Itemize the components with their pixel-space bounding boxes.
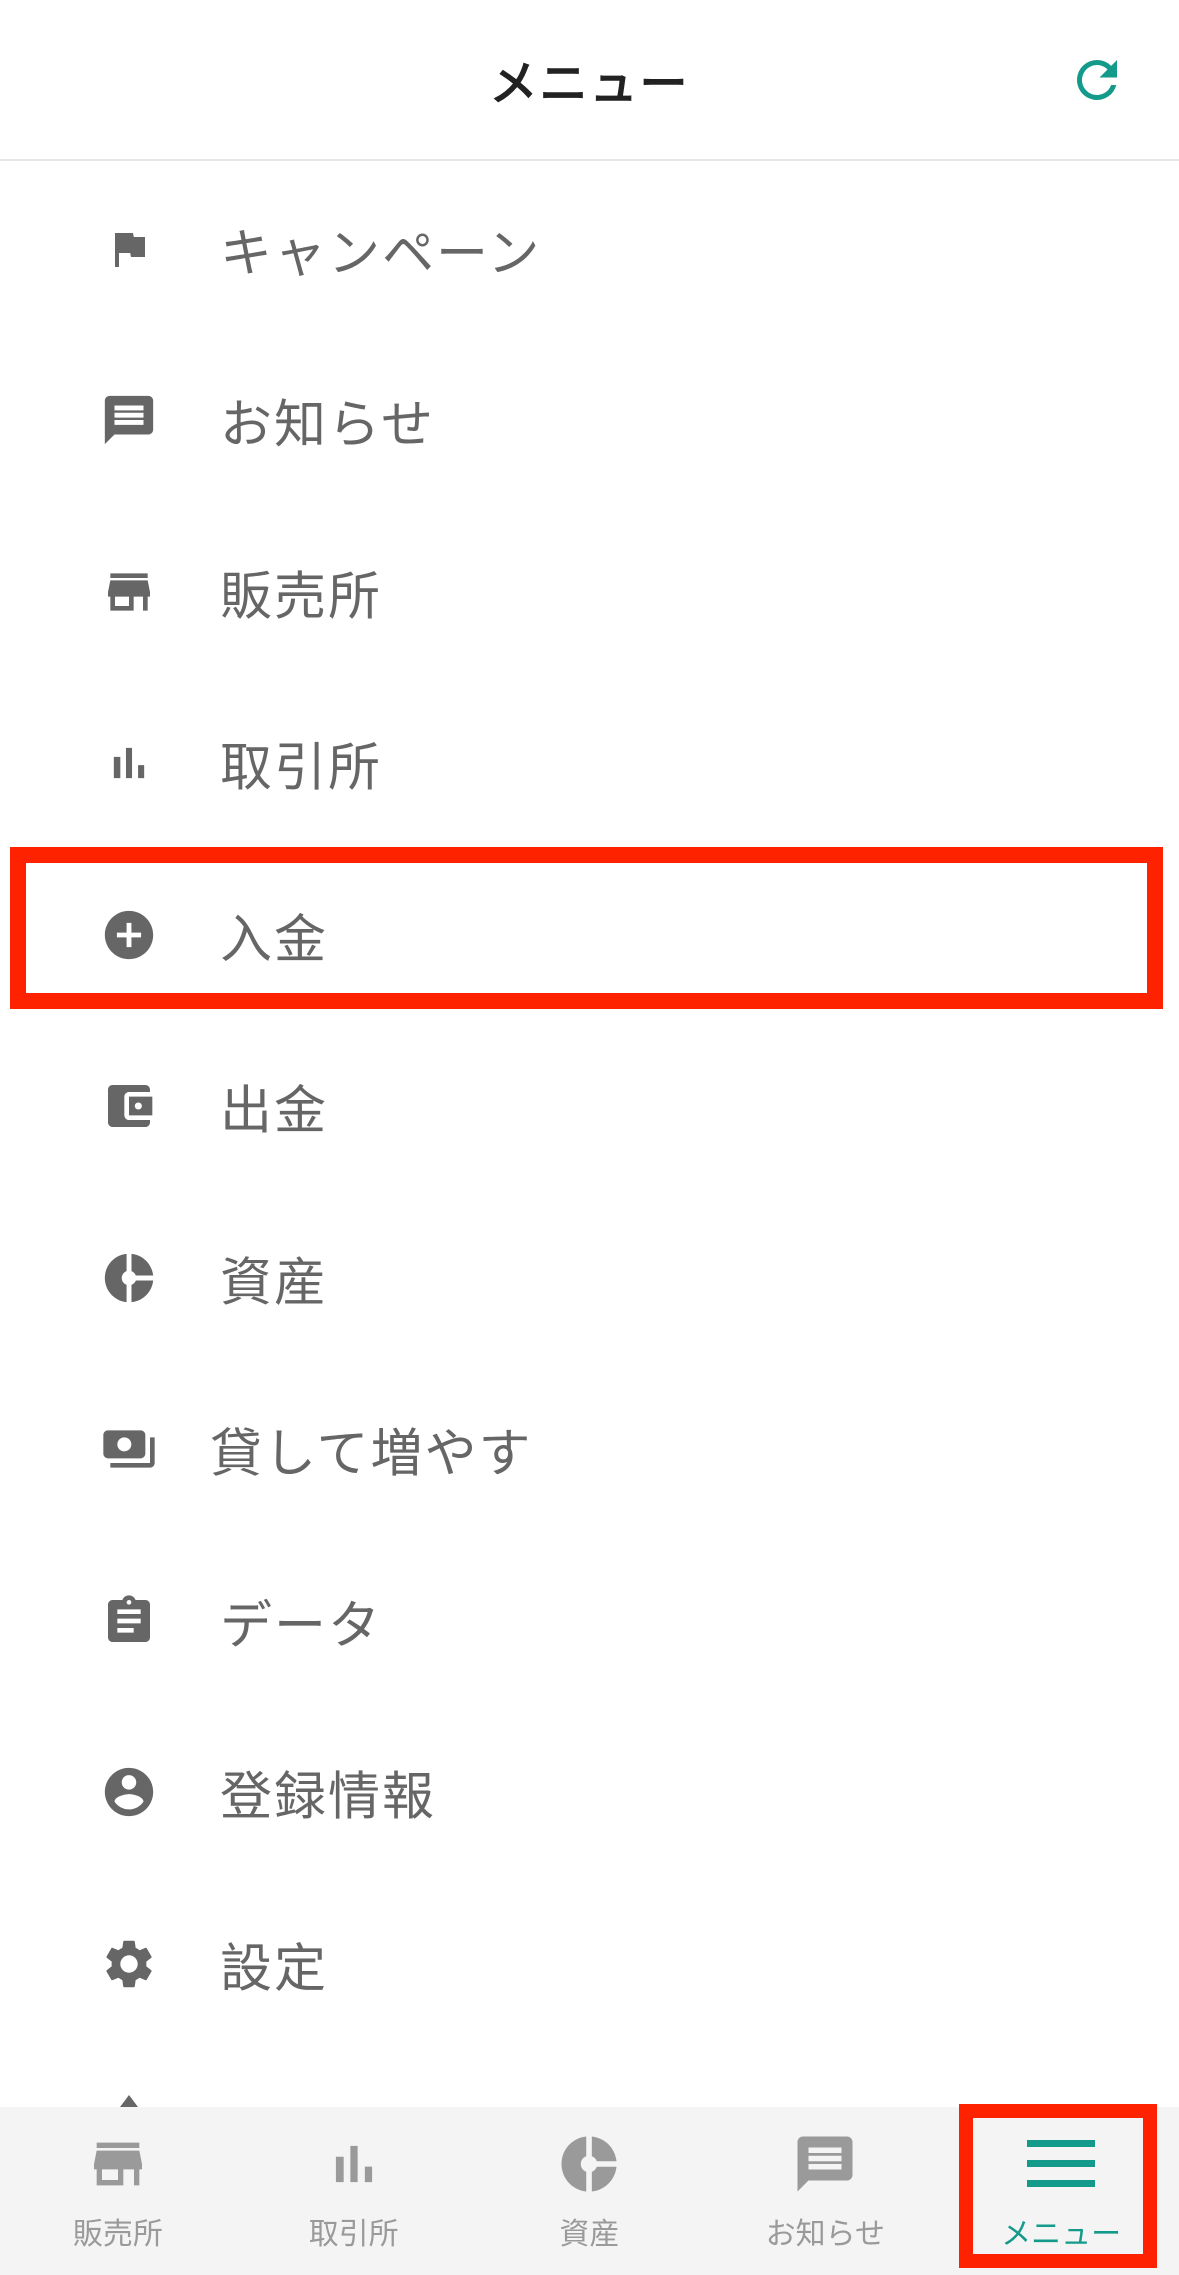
menu-item-withdraw[interactable]: 出金 xyxy=(0,1021,1179,1193)
message-icon xyxy=(96,387,162,453)
refresh-button[interactable] xyxy=(1061,44,1133,116)
scroll-peek-icon xyxy=(120,2095,138,2107)
menu-item-account[interactable]: 登録情報 xyxy=(0,1707,1179,1879)
menu-item-notices[interactable]: お知らせ xyxy=(0,335,1179,507)
tab-label: 販売所 xyxy=(72,2217,163,2252)
refresh-icon xyxy=(1076,59,1117,100)
tab-menu[interactable]: メニュー xyxy=(943,2107,1179,2275)
menu-item-data[interactable]: データ xyxy=(0,1535,1179,1707)
bottom-nav: 販売所 取引所 資産 お知らせ メニュー xyxy=(0,2107,1179,2275)
message-icon xyxy=(788,2131,862,2197)
tab-label: 資産 xyxy=(559,2217,620,2252)
add-circle-icon xyxy=(96,902,162,968)
app-root: メニュー キャンペーン お知らせ 販売所 取引所 入金 出金 資産 貸して増やす… xyxy=(0,0,1179,2275)
menu-item-label: 設定 xyxy=(220,1939,329,2000)
gear-icon xyxy=(96,1931,162,1997)
menu-item-settings[interactable]: 設定 xyxy=(0,1878,1179,2050)
wallet-icon xyxy=(96,1073,162,1139)
menu-item-label: データ xyxy=(220,1596,383,1657)
hamburger-menu-icon xyxy=(1024,2131,1098,2197)
pie-chart-icon xyxy=(96,1245,162,1311)
store-icon xyxy=(81,2131,155,2197)
tab-notices[interactable]: お知らせ xyxy=(707,2107,943,2275)
lend-icon xyxy=(96,1416,162,1482)
app-header: メニュー xyxy=(0,0,1179,161)
menu-item-campaign[interactable]: キャンペーン xyxy=(0,163,1179,335)
menu-item-label: 資産 xyxy=(220,1253,329,1314)
tab-assets[interactable]: 資産 xyxy=(472,2107,708,2275)
flag-icon xyxy=(96,216,162,282)
menu-item-assets[interactable]: 資産 xyxy=(0,1192,1179,1364)
menu-item-store[interactable]: 販売所 xyxy=(0,506,1179,678)
store-icon xyxy=(96,559,162,625)
menu-item-label: お知らせ xyxy=(220,395,435,456)
menu-item-label: キャンペーン xyxy=(220,224,542,285)
tab-label: お知らせ xyxy=(765,2217,885,2252)
menu-item-deposit[interactable]: 入金 xyxy=(0,849,1179,1021)
page-title: メニュー xyxy=(489,56,690,112)
tab-label: 取引所 xyxy=(308,2217,399,2252)
account-icon xyxy=(96,1759,162,1825)
bar-chart-icon xyxy=(96,730,162,796)
pie-chart-icon xyxy=(552,2131,626,2197)
bar-chart-icon xyxy=(317,2131,391,2197)
menu-item-label: 貸して増やす xyxy=(210,1424,533,1485)
menu-item-exchange[interactable]: 取引所 xyxy=(0,678,1179,850)
menu-item-label: 取引所 xyxy=(220,738,383,799)
tab-exchange[interactable]: 取引所 xyxy=(236,2107,472,2275)
menu-item-label: 販売所 xyxy=(220,567,383,628)
tab-label: メニュー xyxy=(1001,2217,1122,2252)
menu-list: キャンペーン お知らせ 販売所 取引所 入金 出金 資産 貸して増やす データ … xyxy=(0,163,1179,2050)
menu-item-label: 登録情報 xyxy=(220,1767,437,1828)
clipboard-icon xyxy=(96,1588,162,1654)
menu-item-label: 入金 xyxy=(220,910,329,971)
tab-store[interactable]: 販売所 xyxy=(0,2107,236,2275)
menu-item-lending[interactable]: 貸して増やす xyxy=(0,1364,1179,1536)
menu-item-label: 出金 xyxy=(220,1081,329,1142)
